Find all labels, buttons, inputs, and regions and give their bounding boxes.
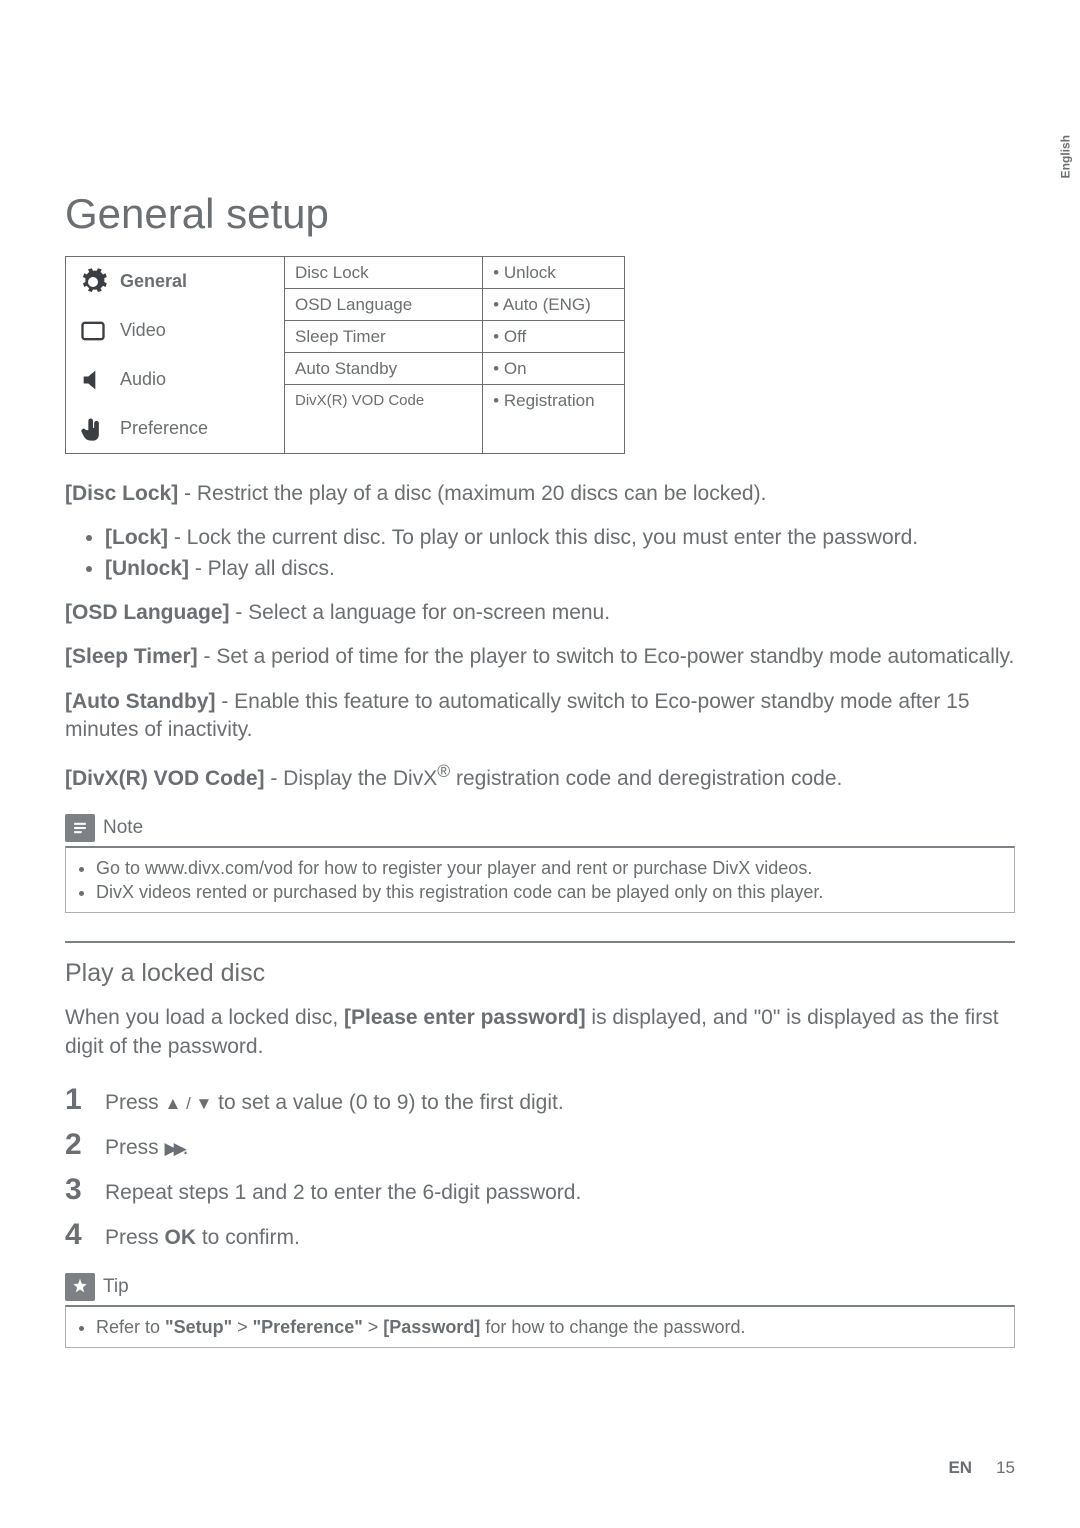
tip-body: Refer to "Setup" > "Preference" > [Passw… [65,1305,1015,1348]
option-label: [Unlock] [105,557,189,580]
setting-name: Auto Standby [285,353,482,385]
option-desc: - Restrict the play of a disc (maximum 2… [178,482,766,505]
locked-disc-para: When you load a locked disc, [Please ent… [65,1004,1015,1061]
step-item: Press ▶▶. [65,1122,1015,1167]
setting-name: DivX(R) VOD Code [285,385,482,417]
text: > [232,1317,253,1337]
option-desc: - Play all discs. [189,557,335,580]
option-desc: - Set a period of time for the player to… [198,645,1015,668]
disc-lock-list: [Lock] - Lock the current disc. To play … [105,524,1015,583]
option-desc: - Select a language for on-screen menu. [230,601,611,624]
text: When you load a locked disc, [65,1006,344,1029]
setting-name: OSD Language [285,289,482,321]
page-title: General setup [65,190,1015,238]
text: Refer to [96,1317,165,1337]
menu-settings-table: Disc Lock OSD Language Sleep Timer Auto … [285,256,625,454]
gear-icon [76,265,110,299]
tip-item: Refer to "Setup" > "Preference" > [Passw… [96,1315,1002,1339]
menu-label: General [120,271,187,292]
option-desc: - Lock the current disc. To play or unlo… [168,526,918,549]
menu-diagram: General Video Audio Preference Disc Lock… [65,256,1015,454]
tip-callout: Tip Refer to "Setup" > "Preference" > [P… [65,1269,1015,1348]
menu-item-audio: Audio [66,355,284,404]
divx-vod-para: [DivX(R) VOD Code] - Display the DivX® r… [65,760,1015,793]
text: for how to change the password. [480,1317,745,1337]
page-number: 15 [996,1458,1015,1478]
option-label: [Disc Lock] [65,482,178,505]
option-label: [DivX(R) VOD Code] [65,767,265,790]
menu-path: "Setup" [165,1317,232,1337]
step-item: Repeat steps 1 and 2 to enter the 6-digi… [65,1167,1015,1212]
note-item: Go to www.divx.com/vod for how to regist… [96,856,1002,880]
tip-header: Tip [65,1269,1015,1305]
footer-lang: EN [948,1458,972,1478]
text: Repeat steps 1 and 2 to enter the 6-digi… [105,1177,581,1209]
text: > [363,1317,384,1337]
menu-label: Audio [120,369,166,390]
option-label: [Auto Standby] [65,690,215,713]
text: . [183,1136,189,1159]
settings-names-col: Disc Lock OSD Language Sleep Timer Auto … [285,257,483,453]
speaker-icon [76,363,110,397]
note-icon [65,814,95,842]
forward-symbol: ▶▶ [165,1139,183,1158]
note-callout: Note Go to www.divx.com/vod for how to r… [65,810,1015,914]
menu-path: "Preference" [253,1317,363,1337]
setting-value: • Registration [483,385,624,417]
video-icon [76,314,110,348]
settings-values-col: • Unlock • Auto (ENG) • Off • On • Regis… [483,257,624,453]
arrow-symbols: ▲ / ▼ [165,1094,213,1113]
section-divider [65,941,1015,943]
button-ref: OK [165,1226,197,1249]
step-item: Press OK to confirm. [65,1212,1015,1257]
menu-label: Video [120,320,166,341]
registered-symbol: ® [437,761,450,781]
disc-lock-para: [Disc Lock] - Restrict the play of a dis… [65,480,1015,508]
option-desc: registration code and deregistration cod… [450,767,842,790]
list-item: [Unlock] - Play all discs. [105,555,1015,583]
ui-message: [Please enter password] [344,1006,586,1029]
note-body: Go to www.divx.com/vod for how to regist… [65,846,1015,914]
option-desc: - Display the DivX [265,767,438,790]
note-item: DivX videos rented or purchased by this … [96,880,1002,904]
text: to confirm. [196,1226,300,1249]
tip-title: Tip [103,1276,129,1298]
menu-label: Preference [120,418,208,439]
note-title: Note [103,817,143,839]
menu-item-video: Video [66,306,284,355]
menu-item-general: General [66,257,284,306]
step-item: Press ▲ / ▼ to set a value (0 to 9) to t… [65,1077,1015,1122]
tip-icon [65,1273,95,1301]
setting-name: Sleep Timer [285,321,482,353]
option-label: [Sleep Timer] [65,645,198,668]
list-item: [Lock] - Lock the current disc. To play … [105,524,1015,552]
note-header: Note [65,810,1015,846]
text: Press [105,1091,165,1114]
option-label: [Lock] [105,526,168,549]
setting-name: Disc Lock [285,257,482,289]
setting-value: • On [483,353,624,385]
hand-icon [76,412,110,446]
steps-list: Press ▲ / ▼ to set a value (0 to 9) to t… [65,1077,1015,1257]
text: Press [105,1226,165,1249]
osd-language-para: [OSD Language] - Select a language for o… [65,599,1015,627]
text: Press [105,1136,165,1159]
sleep-timer-para: [Sleep Timer] - Set a period of time for… [65,643,1015,671]
text: to set a value (0 to 9) to the first dig… [212,1091,563,1114]
subsection-heading: Play a locked disc [65,959,1015,988]
setting-value: • Unlock [483,257,624,289]
setting-value: • Off [483,321,624,353]
page-footer: EN 15 [948,1458,1015,1478]
auto-standby-para: [Auto Standby] - Enable this feature to … [65,688,1015,745]
option-label: [OSD Language] [65,601,230,624]
language-side-label: English [1058,135,1072,178]
setting-value: • Auto (ENG) [483,289,624,321]
menu-item-preference: Preference [66,404,284,453]
menu-path: [Password] [383,1317,480,1337]
menu-categories: General Video Audio Preference [65,256,285,454]
